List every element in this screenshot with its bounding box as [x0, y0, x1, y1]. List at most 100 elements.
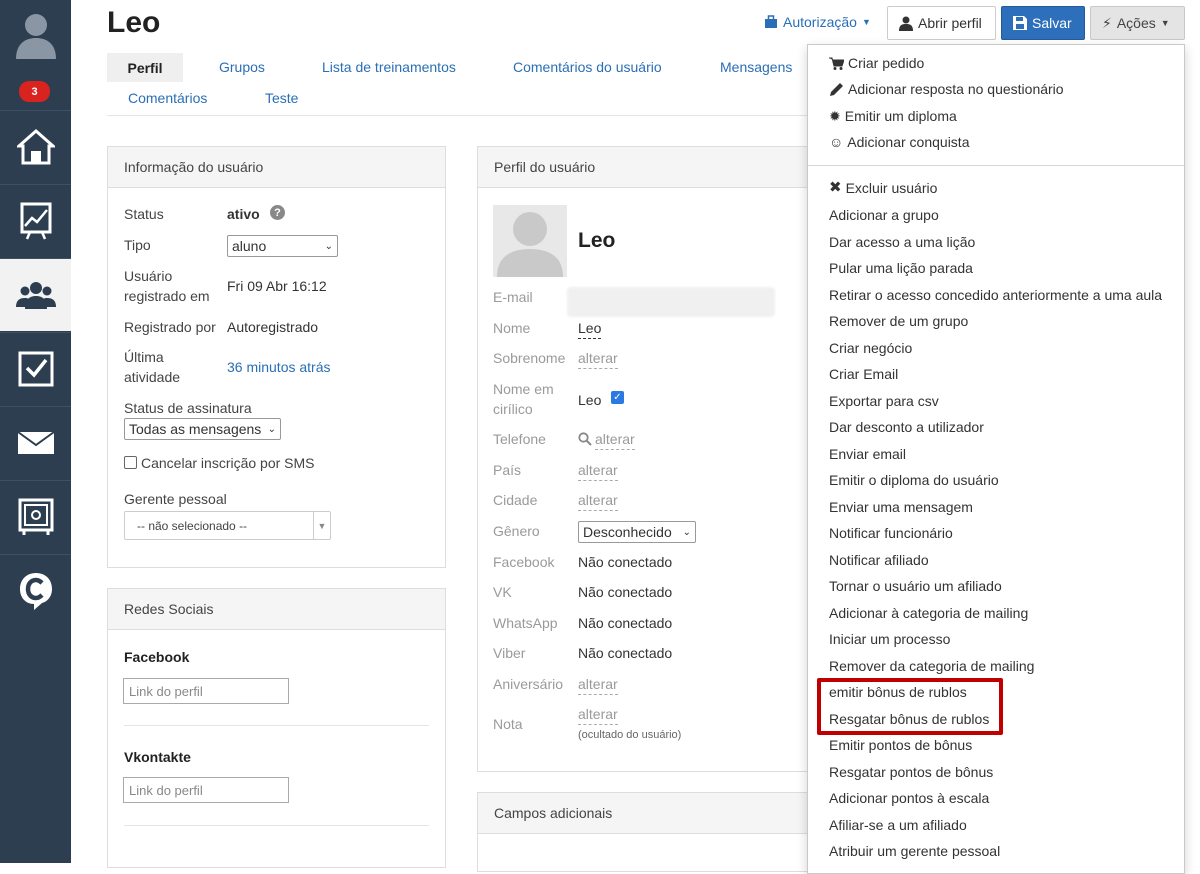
viber-label: Viber — [493, 645, 526, 661]
menu-item[interactable]: Adicionar a grupo — [829, 206, 939, 224]
last-activity-label-2: atividade — [124, 369, 181, 385]
menu-item[interactable]: Dar acesso a uma lição — [829, 233, 975, 251]
type-select[interactable]: aluno ⌄ — [227, 235, 338, 257]
tab-test[interactable]: Teste — [265, 90, 298, 106]
menu-item[interactable]: Afiliar-se a um afiliado — [829, 816, 967, 834]
tab-messages[interactable]: Mensagens — [720, 59, 792, 75]
sidebar-item-safe[interactable] — [0, 480, 71, 553]
menu-item[interactable]: Notificar funcionário — [829, 524, 953, 542]
menu-item[interactable]: Enviar uma mensagem — [829, 498, 973, 516]
menu-item[interactable]: Emitir o diploma do usuário — [829, 471, 999, 489]
last-activity-link[interactable]: 36 minutos atrás — [227, 357, 331, 377]
first-name-value[interactable]: Leo — [578, 318, 602, 339]
whatsapp-status: Não conectado — [578, 615, 673, 631]
sidebar-item-home[interactable] — [0, 110, 71, 183]
menu-item[interactable]: Iniciar um processo — [829, 630, 950, 648]
facebook-label: Facebook — [493, 554, 555, 570]
menu-item[interactable]: Adicionar pontos à escala — [829, 789, 989, 807]
menu-item-add-achievement[interactable]: ☺ Adicionar conquista — [829, 133, 969, 151]
registered-by-value: Autoregistrado — [227, 319, 319, 335]
sidebar-item-messages[interactable] — [0, 406, 71, 479]
social-divider — [124, 725, 429, 726]
birthday-edit-link[interactable]: alterar — [578, 674, 618, 695]
menu-item[interactable]: Tornar o usuário um afiliado — [829, 577, 1002, 595]
vk-label: VK — [493, 584, 512, 600]
note-edit-link[interactable]: alterar — [578, 704, 618, 725]
vkontakte-link-input[interactable]: Link do perfil — [123, 777, 289, 803]
sidebar: 3 — [0, 0, 71, 863]
avatar-icon — [497, 212, 563, 277]
pencil-icon — [830, 82, 843, 96]
menu-item[interactable]: Notificar afiliado — [829, 551, 929, 569]
sidebar-item-chat[interactable] — [0, 554, 71, 627]
open-profile-button[interactable]: Abrir perfil — [887, 6, 996, 40]
gender-label: Gênero — [493, 523, 540, 539]
notification-badge[interactable]: 3 — [19, 81, 50, 102]
menu-item[interactable]: Atribuir um gerente pessoal — [829, 842, 1000, 860]
menu-item-label: Adicionar resposta no questionário — [848, 81, 1064, 97]
menu-item[interactable]: Exportar para csv — [829, 392, 939, 410]
menu-item[interactable]: Retirar o acesso concedido anteriormente… — [829, 286, 1162, 304]
surname-edit-link[interactable]: alterar — [578, 348, 618, 369]
city-edit-link[interactable]: alterar — [578, 490, 618, 511]
menu-item[interactable]: Criar Email — [829, 365, 898, 383]
tab-comments[interactable]: Comentários — [128, 90, 207, 106]
open-profile-label: Abrir perfil — [918, 15, 982, 31]
menu-item[interactable]: Resgatar pontos de bônus — [829, 763, 993, 781]
checkbox-icon — [18, 351, 53, 387]
menu-item-add-quiz-answer[interactable]: Adicionar resposta no questionário — [829, 80, 1064, 98]
note-hint: (ocultado do usuário) — [578, 729, 682, 741]
manager-select-value: -- não selecionado -- — [137, 518, 248, 533]
country-edit-link[interactable]: alterar — [578, 460, 618, 481]
users-icon — [15, 282, 56, 309]
sidebar-item-analytics[interactable] — [0, 184, 71, 257]
actions-button[interactable]: ⚡ Ações ▼ — [1090, 6, 1185, 40]
tab-profile[interactable]: Perfil — [107, 53, 183, 82]
user-avatar[interactable] — [0, 0, 71, 70]
sms-unsubscribe-checkbox[interactable] — [124, 456, 137, 469]
type-label: Tipo — [124, 237, 151, 253]
menu-item-delete-user[interactable]: ✖ Excluir usuário — [829, 179, 937, 197]
briefcase-icon — [765, 15, 777, 28]
menu-item[interactable]: Pular uma lição parada — [829, 259, 973, 277]
authorization-dropdown[interactable]: Autorização ▼ — [764, 14, 871, 30]
help-icon[interactable]: ? — [270, 205, 285, 220]
tab-user-comments[interactable]: Comentários do usuário — [513, 59, 662, 75]
menu-item-issue-diploma[interactable]: ✹ Emitir um diploma — [829, 107, 957, 125]
facebook-link-input[interactable]: Link do perfil — [123, 678, 289, 704]
menu-item[interactable]: Dar desconto a utilizador — [829, 418, 984, 436]
caret-down-icon: ▼ — [1160, 18, 1170, 28]
home-icon — [16, 129, 55, 165]
sidebar-item-users[interactable] — [0, 258, 71, 331]
cyrillic-checkbox[interactable]: ✓ — [611, 391, 624, 404]
menu-item-create-order[interactable]: Criar pedido — [829, 54, 924, 72]
subscription-select[interactable]: Todas as mensagens ⌄ — [124, 418, 281, 440]
profile-heading: Perfil do usuário — [478, 147, 816, 188]
cyrillic-name-value: Leo — [578, 392, 602, 408]
manager-select[interactable]: -- não selecionado -- ▼ — [124, 511, 331, 540]
menu-item[interactable]: Criar negócio — [829, 339, 912, 357]
menu-item[interactable]: Remover de um grupo — [829, 312, 968, 330]
profile-photo[interactable] — [493, 205, 567, 277]
subscription-select-value: Todas as mensagens — [129, 421, 262, 437]
tab-training-list[interactable]: Lista de treinamentos — [322, 59, 456, 75]
subscription-label: Status de assinatura — [124, 400, 252, 416]
phone-edit-link[interactable]: alterar — [595, 429, 635, 450]
sidebar-item-tasks[interactable] — [0, 332, 71, 405]
menu-item[interactable]: Remover da categoria de mailing — [829, 657, 1034, 675]
sms-unsubscribe-label: Cancelar inscrição por SMS — [141, 455, 315, 471]
menu-item[interactable]: Adicionar à categoria de mailing — [829, 604, 1028, 622]
safe-icon — [18, 498, 53, 535]
chevron-down-icon: ⌄ — [324, 240, 333, 252]
save-label: Salvar — [1032, 15, 1072, 31]
chevron-down-icon: ▼ — [313, 512, 330, 539]
save-button[interactable]: Salvar — [1001, 6, 1085, 40]
menu-item[interactable]: Emitir pontos de bônus — [829, 736, 972, 754]
search-icon[interactable] — [578, 432, 592, 446]
manager-label: Gerente pessoal — [124, 491, 227, 507]
surname-label: Sobrenome — [493, 350, 566, 366]
gender-select[interactable]: Desconhecido ⌄ — [578, 521, 696, 543]
social-divider — [124, 825, 429, 826]
menu-item[interactable]: Enviar email — [829, 445, 906, 463]
tab-groups[interactable]: Grupos — [219, 59, 265, 75]
